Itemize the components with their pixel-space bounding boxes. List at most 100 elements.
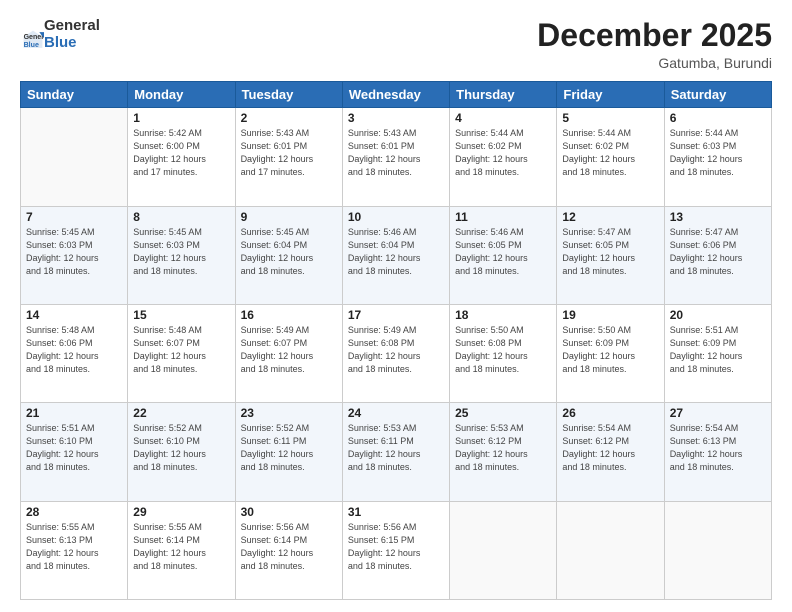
calendar-cell: 2 Sunrise: 5:43 AMSunset: 6:01 PMDaylight… bbox=[235, 108, 342, 206]
day-info: Sunrise: 5:45 AMSunset: 6:03 PMDaylight:… bbox=[26, 226, 122, 278]
day-number: 2 bbox=[241, 111, 337, 125]
day-info: Sunrise: 5:48 AMSunset: 6:06 PMDaylight:… bbox=[26, 324, 122, 376]
calendar-cell: 1 Sunrise: 5:42 AMSunset: 6:00 PMDaylight… bbox=[128, 108, 235, 206]
day-number: 29 bbox=[133, 505, 229, 519]
day-number: 5 bbox=[562, 111, 658, 125]
calendar-cell: 12 Sunrise: 5:47 AMSunset: 6:05 PMDayligh… bbox=[557, 206, 664, 304]
calendar-cell: 27 Sunrise: 5:54 AMSunset: 6:13 PMDayligh… bbox=[664, 403, 771, 501]
day-info: Sunrise: 5:55 AMSunset: 6:14 PMDaylight:… bbox=[133, 521, 229, 573]
calendar-cell: 3 Sunrise: 5:43 AMSunset: 6:01 PMDaylight… bbox=[342, 108, 449, 206]
day-info: Sunrise: 5:54 AMSunset: 6:13 PMDaylight:… bbox=[670, 422, 766, 474]
calendar-cell: 22 Sunrise: 5:52 AMSunset: 6:10 PMDayligh… bbox=[128, 403, 235, 501]
day-info: Sunrise: 5:43 AMSunset: 6:01 PMDaylight:… bbox=[241, 127, 337, 179]
day-number: 1 bbox=[133, 111, 229, 125]
day-info: Sunrise: 5:42 AMSunset: 6:00 PMDaylight:… bbox=[133, 127, 229, 179]
day-number: 20 bbox=[670, 308, 766, 322]
day-info: Sunrise: 5:51 AMSunset: 6:10 PMDaylight:… bbox=[26, 422, 122, 474]
day-info: Sunrise: 5:44 AMSunset: 6:02 PMDaylight:… bbox=[562, 127, 658, 179]
day-number: 18 bbox=[455, 308, 551, 322]
logo-icon: General Blue bbox=[22, 29, 44, 51]
day-info: Sunrise: 5:49 AMSunset: 6:07 PMDaylight:… bbox=[241, 324, 337, 376]
calendar-cell: 5 Sunrise: 5:44 AMSunset: 6:02 PMDaylight… bbox=[557, 108, 664, 206]
day-number: 19 bbox=[562, 308, 658, 322]
calendar-week-row: 7Sunrise: 5:45 AMSunset: 6:03 PMDaylight… bbox=[21, 206, 772, 304]
day-info: Sunrise: 5:49 AMSunset: 6:08 PMDaylight:… bbox=[348, 324, 444, 376]
header-sunday: Sunday bbox=[21, 82, 128, 108]
calendar-cell: 20Sunrise: 5:51 AMSunset: 6:09 PMDayligh… bbox=[664, 304, 771, 402]
header-saturday: Saturday bbox=[664, 82, 771, 108]
calendar-cell: 10 Sunrise: 5:46 AMSunset: 6:04 PMDayligh… bbox=[342, 206, 449, 304]
day-info: Sunrise: 5:44 AMSunset: 6:03 PMDaylight:… bbox=[670, 127, 766, 179]
header-friday: Friday bbox=[557, 82, 664, 108]
svg-text:Blue: Blue bbox=[24, 42, 39, 49]
day-info: Sunrise: 5:46 AMSunset: 6:04 PMDaylight:… bbox=[348, 226, 444, 278]
day-info: Sunrise: 5:45 AMSunset: 6:04 PMDaylight:… bbox=[241, 226, 337, 278]
calendar-cell: 29 Sunrise: 5:55 AMSunset: 6:14 PMDayligh… bbox=[128, 501, 235, 599]
day-info: Sunrise: 5:47 AMSunset: 6:06 PMDaylight:… bbox=[670, 226, 766, 278]
day-number: 22 bbox=[133, 406, 229, 420]
logo-blue-text: Blue bbox=[44, 35, 100, 52]
calendar-cell: 28 Sunrise: 5:55 AMSunset: 6:13 PMDayligh… bbox=[21, 501, 128, 599]
calendar-cell: 11 Sunrise: 5:46 AMSunset: 6:05 PMDayligh… bbox=[450, 206, 557, 304]
calendar-cell: 7Sunrise: 5:45 AMSunset: 6:03 PMDaylight… bbox=[21, 206, 128, 304]
day-number: 10 bbox=[348, 210, 444, 224]
calendar-cell: 16 Sunrise: 5:49 AMSunset: 6:07 PMDayligh… bbox=[235, 304, 342, 402]
svg-text:General: General bbox=[24, 34, 44, 41]
calendar-cell: 19Sunrise: 5:50 AMSunset: 6:09 PMDayligh… bbox=[557, 304, 664, 402]
day-info: Sunrise: 5:55 AMSunset: 6:13 PMDaylight:… bbox=[26, 521, 122, 573]
day-info: Sunrise: 5:53 AMSunset: 6:11 PMDaylight:… bbox=[348, 422, 444, 474]
calendar-cell: 21 Sunrise: 5:51 AMSunset: 6:10 PMDayligh… bbox=[21, 403, 128, 501]
logo-general-text: General bbox=[44, 18, 100, 35]
header-thursday: Thursday bbox=[450, 82, 557, 108]
day-number: 3 bbox=[348, 111, 444, 125]
day-number: 12 bbox=[562, 210, 658, 224]
day-number: 23 bbox=[241, 406, 337, 420]
day-info: Sunrise: 5:52 AMSunset: 6:10 PMDaylight:… bbox=[133, 422, 229, 474]
calendar-cell bbox=[557, 501, 664, 599]
day-number: 8 bbox=[133, 210, 229, 224]
day-info: Sunrise: 5:53 AMSunset: 6:12 PMDaylight:… bbox=[455, 422, 551, 474]
calendar-cell: 26Sunrise: 5:54 AMSunset: 6:12 PMDayligh… bbox=[557, 403, 664, 501]
logo: General Blue General Blue bbox=[20, 18, 100, 51]
day-number: 28 bbox=[26, 505, 122, 519]
day-number: 21 bbox=[26, 406, 122, 420]
day-number: 11 bbox=[455, 210, 551, 224]
day-number: 4 bbox=[455, 111, 551, 125]
day-info: Sunrise: 5:56 AMSunset: 6:14 PMDaylight:… bbox=[241, 521, 337, 573]
calendar-cell bbox=[21, 108, 128, 206]
calendar-week-row: 28 Sunrise: 5:55 AMSunset: 6:13 PMDayligh… bbox=[21, 501, 772, 599]
day-info: Sunrise: 5:54 AMSunset: 6:12 PMDaylight:… bbox=[562, 422, 658, 474]
day-info: Sunrise: 5:43 AMSunset: 6:01 PMDaylight:… bbox=[348, 127, 444, 179]
month-title: December 2025 bbox=[537, 18, 772, 53]
day-number: 24 bbox=[348, 406, 444, 420]
day-number: 15 bbox=[133, 308, 229, 322]
day-info: Sunrise: 5:44 AMSunset: 6:02 PMDaylight:… bbox=[455, 127, 551, 179]
day-info: Sunrise: 5:47 AMSunset: 6:05 PMDaylight:… bbox=[562, 226, 658, 278]
calendar-week-row: 14Sunrise: 5:48 AMSunset: 6:06 PMDayligh… bbox=[21, 304, 772, 402]
location-subtitle: Gatumba, Burundi bbox=[537, 55, 772, 71]
calendar-cell: 9Sunrise: 5:45 AMSunset: 6:04 PMDaylight… bbox=[235, 206, 342, 304]
calendar-cell: 4 Sunrise: 5:44 AMSunset: 6:02 PMDaylight… bbox=[450, 108, 557, 206]
page: General Blue General Blue December 2025 … bbox=[0, 0, 792, 612]
calendar-cell: 18Sunrise: 5:50 AMSunset: 6:08 PMDayligh… bbox=[450, 304, 557, 402]
day-info: Sunrise: 5:46 AMSunset: 6:05 PMDaylight:… bbox=[455, 226, 551, 278]
day-info: Sunrise: 5:45 AMSunset: 6:03 PMDaylight:… bbox=[133, 226, 229, 278]
day-number: 6 bbox=[670, 111, 766, 125]
calendar-cell: 15 Sunrise: 5:48 AMSunset: 6:07 PMDayligh… bbox=[128, 304, 235, 402]
calendar-cell: 17Sunrise: 5:49 AMSunset: 6:08 PMDayligh… bbox=[342, 304, 449, 402]
title-block: December 2025 Gatumba, Burundi bbox=[537, 18, 772, 71]
calendar-table: Sunday Monday Tuesday Wednesday Thursday… bbox=[20, 81, 772, 600]
calendar-cell: 8 Sunrise: 5:45 AMSunset: 6:03 PMDaylight… bbox=[128, 206, 235, 304]
header-wednesday: Wednesday bbox=[342, 82, 449, 108]
day-number: 31 bbox=[348, 505, 444, 519]
calendar-cell: 23Sunrise: 5:52 AMSunset: 6:11 PMDayligh… bbox=[235, 403, 342, 501]
day-info: Sunrise: 5:48 AMSunset: 6:07 PMDaylight:… bbox=[133, 324, 229, 376]
day-number: 13 bbox=[670, 210, 766, 224]
day-number: 27 bbox=[670, 406, 766, 420]
calendar-cell: 6 Sunrise: 5:44 AMSunset: 6:03 PMDaylight… bbox=[664, 108, 771, 206]
day-number: 30 bbox=[241, 505, 337, 519]
calendar-cell bbox=[450, 501, 557, 599]
calendar-week-row: 21 Sunrise: 5:51 AMSunset: 6:10 PMDayligh… bbox=[21, 403, 772, 501]
day-number: 16 bbox=[241, 308, 337, 322]
day-info: Sunrise: 5:56 AMSunset: 6:15 PMDaylight:… bbox=[348, 521, 444, 573]
